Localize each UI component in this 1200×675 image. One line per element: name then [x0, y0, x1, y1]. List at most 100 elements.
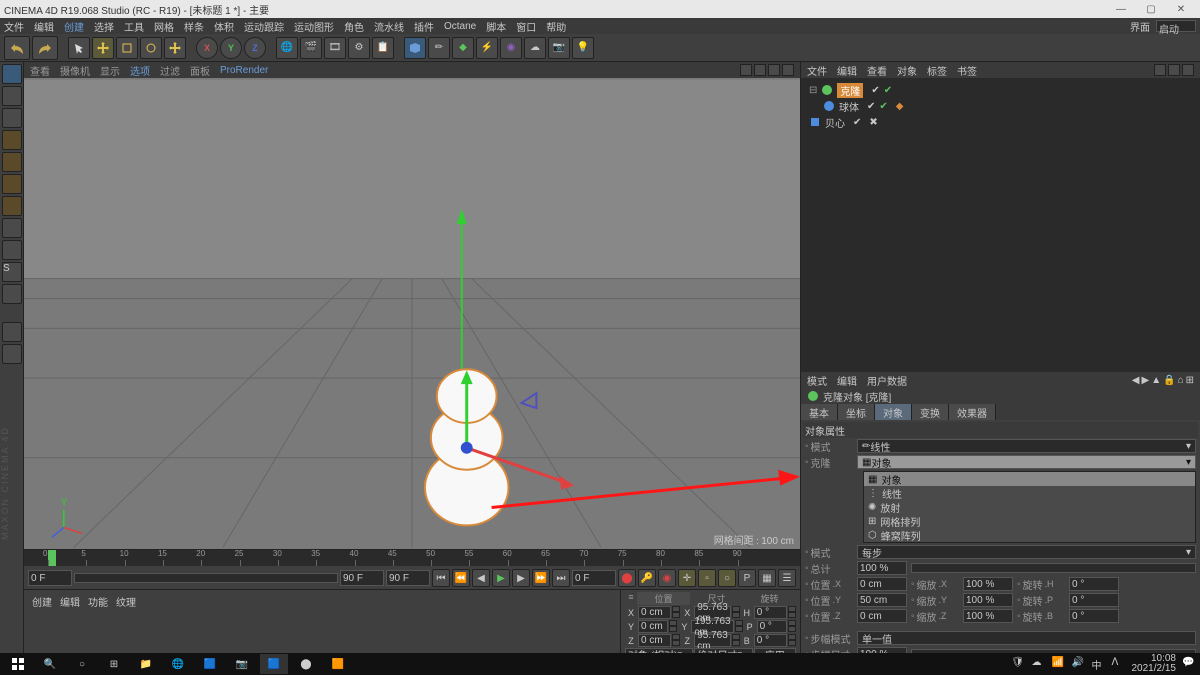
vp-display[interactable]: 显示: [100, 63, 120, 78]
am-up-icon[interactable]: ▲: [1151, 375, 1161, 386]
scale-tool[interactable]: [116, 37, 138, 59]
tab-transform[interactable]: 变换: [912, 404, 949, 420]
goto-start[interactable]: ⏮: [432, 569, 450, 587]
vp-pan-icon[interactable]: [740, 64, 752, 76]
am-back-icon[interactable]: ◀: [1132, 375, 1140, 386]
coord-x-pos[interactable]: 0 cm: [638, 606, 671, 619]
tree-sphere[interactable]: 球体 ✔✔ ◆: [805, 98, 1196, 114]
render-settings[interactable]: ⚙: [348, 37, 370, 59]
tab-basic[interactable]: 基本: [801, 404, 838, 420]
cube-primitive[interactable]: [404, 37, 426, 59]
locked-workplane[interactable]: [2, 322, 22, 342]
om-search-icon[interactable]: [1154, 64, 1166, 76]
menu-mograph[interactable]: 运动图形: [294, 19, 334, 34]
next-key[interactable]: ⏩: [532, 569, 550, 587]
search-button[interactable]: 🔍: [36, 654, 64, 674]
range-end2[interactable]: 90 F: [386, 570, 430, 586]
c4d-task[interactable]: ⬤: [292, 654, 320, 674]
taskview-icon[interactable]: ⊞: [100, 654, 128, 674]
menu-edit[interactable]: 编辑: [34, 19, 54, 34]
environment[interactable]: ☁: [524, 37, 546, 59]
model-mode[interactable]: [2, 64, 22, 84]
vp-view[interactable]: 查看: [30, 63, 50, 78]
texture-mode[interactable]: [2, 86, 22, 106]
render-pv[interactable]: 🎞: [324, 37, 346, 59]
rot-key[interactable]: ○: [718, 569, 736, 587]
poly-mode[interactable]: [2, 174, 22, 194]
btab-func[interactable]: 功能: [88, 594, 108, 609]
notif-icon[interactable]: 💬: [1182, 657, 1196, 671]
deformer[interactable]: ◉: [500, 37, 522, 59]
redo-button[interactable]: [32, 36, 58, 60]
record[interactable]: ⬤: [618, 569, 636, 587]
om-view[interactable]: 查看: [867, 63, 887, 78]
next-frame[interactable]: ▶: [512, 569, 530, 587]
menu-create[interactable]: 创建: [64, 19, 84, 34]
vp-panel[interactable]: 面板: [190, 63, 210, 78]
range-end[interactable]: 90 F: [340, 570, 384, 586]
step-mode[interactable]: 单一值: [857, 631, 1196, 645]
attr-step-mode[interactable]: 每步▾: [857, 545, 1196, 559]
menu-volume[interactable]: 体积: [214, 19, 234, 34]
app3-icon[interactable]: 📷: [228, 654, 256, 674]
vp-filter[interactable]: 过滤: [160, 63, 180, 78]
menu-mesh[interactable]: 网格: [154, 19, 174, 34]
timeline-ruler[interactable]: 0 5 10 15 20 25 30 35 40 45 50 55 60 65 …: [24, 550, 800, 566]
menu-script[interactable]: 脚本: [486, 19, 506, 34]
uv-point-mode[interactable]: [2, 240, 22, 260]
dd-radial[interactable]: ✺放射: [864, 500, 1195, 514]
taskbar-clock[interactable]: 10:08 2021/2/15: [1132, 654, 1177, 674]
vp-orbit-icon[interactable]: [768, 64, 780, 76]
menu-select[interactable]: 选择: [94, 19, 114, 34]
am-userdata[interactable]: 用户数据: [867, 373, 907, 388]
tray-vol-icon[interactable]: 🔊: [1072, 657, 1086, 671]
menu-spline[interactable]: 样条: [184, 19, 204, 34]
vp-camera[interactable]: 摄像机: [60, 63, 90, 78]
planar-workplane[interactable]: [2, 344, 22, 364]
vp-prorender[interactable]: ProRender: [220, 65, 268, 76]
coord-b-rot[interactable]: 0 °: [754, 634, 787, 647]
edge-mode[interactable]: [2, 152, 22, 172]
play[interactable]: ▶: [492, 569, 510, 587]
x-axis-toggle[interactable]: X: [196, 37, 218, 59]
goto-end[interactable]: ⏭: [552, 569, 570, 587]
workplane-toggle[interactable]: [2, 284, 22, 304]
rh[interactable]: 0 °: [1069, 577, 1119, 591]
z-axis-toggle[interactable]: Z: [244, 37, 266, 59]
px[interactable]: 0 cm: [857, 577, 907, 591]
menu-octane[interactable]: Octane: [444, 21, 476, 32]
am-lock-icon[interactable]: 🔒: [1163, 375, 1175, 386]
axis-mode[interactable]: [2, 196, 22, 216]
minimize-button[interactable]: —: [1106, 0, 1136, 18]
tab-coord[interactable]: 坐标: [838, 404, 875, 420]
rotate-tool[interactable]: [140, 37, 162, 59]
menu-plugins[interactable]: 插件: [414, 19, 434, 34]
am-mode[interactable]: 模式: [807, 373, 827, 388]
vp-layout-icon[interactable]: [782, 64, 794, 76]
dd-linear[interactable]: ⋮线性: [864, 486, 1195, 500]
tray-chev-icon[interactable]: ᐱ: [1112, 657, 1126, 671]
tray-shield-icon[interactable]: 🛡: [1012, 657, 1026, 671]
pos-key[interactable]: ✛: [678, 569, 696, 587]
autokey[interactable]: 🔑: [638, 569, 656, 587]
app2-icon[interactable]: 🟦: [196, 654, 224, 674]
camera-tool[interactable]: 📷: [548, 37, 570, 59]
explorer-icon[interactable]: 📁: [132, 654, 160, 674]
om-file[interactable]: 文件: [807, 63, 827, 78]
om-bmk[interactable]: 书签: [957, 63, 977, 78]
layout-select[interactable]: 启动: [1156, 20, 1196, 32]
tl-more[interactable]: ☰: [778, 569, 796, 587]
start-button[interactable]: [4, 654, 32, 674]
close-button[interactable]: ✕: [1166, 0, 1196, 18]
workplane-mode[interactable]: [2, 108, 22, 128]
om-obj[interactable]: 对象: [897, 63, 917, 78]
attr-clone-field[interactable]: ▦ 对象▾: [857, 455, 1196, 469]
spline-tool[interactable]: ✏: [428, 37, 450, 59]
tray-net-icon[interactable]: 📶: [1052, 657, 1066, 671]
coord-z-size[interactable]: 95.763 cm: [694, 634, 731, 647]
uv-poly-mode[interactable]: [2, 218, 22, 238]
coord-p-rot[interactable]: 0 °: [757, 620, 787, 633]
dd-object[interactable]: ▦对象: [864, 472, 1195, 486]
tab-effectors[interactable]: 效果器: [949, 404, 996, 420]
snap-toggle[interactable]: S: [2, 262, 22, 282]
